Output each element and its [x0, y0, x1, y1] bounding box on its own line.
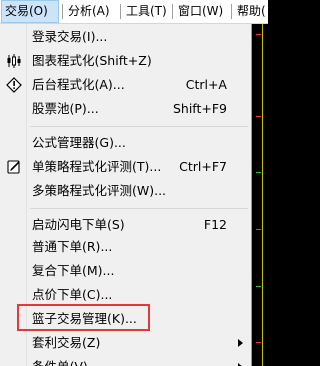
menu-separator	[62, 4, 63, 19]
menu-item-arbitrage-trade[interactable]: 套利交易(Z)	[0, 332, 251, 354]
menu-item-click-price-order[interactable]: 点价下单(C)...	[0, 284, 251, 306]
menu-item-label: 启动闪电下单(S)	[32, 217, 125, 232]
chart-line	[262, 24, 263, 366]
chart-tick	[256, 229, 261, 230]
menu-item-flash-order[interactable]: 启动闪电下单(S) F12	[0, 214, 251, 236]
menu-item-shortcut: Shift+F9	[172, 101, 227, 116]
menu-item-label: 多策略程式化评测(W)...	[32, 183, 167, 198]
chart-tick	[256, 172, 261, 173]
highlight-annotation-box	[17, 304, 150, 331]
menu-window[interactable]: 窗口(W)	[175, 0, 226, 23]
background-chart	[252, 24, 268, 366]
menu-item-label: 套利交易(Z)	[32, 335, 101, 350]
strategy-eval-icon	[6, 159, 22, 175]
menu-item-label: 普通下单(R)...	[32, 239, 113, 254]
menu-item-normal-order[interactable]: 普通下单(R)...	[0, 236, 251, 258]
chart-tick	[256, 286, 261, 287]
menu-analysis[interactable]: 分析(A)	[65, 0, 113, 23]
menu-divider	[30, 126, 248, 127]
chart-tick	[256, 116, 261, 117]
menu-item-stock-pool[interactable]: 股票池(P)... Shift+F9	[0, 98, 251, 120]
menu-separator	[172, 4, 173, 19]
chart-tick	[256, 342, 261, 343]
menu-item-composite-order[interactable]: 复合下单(M)...	[0, 260, 251, 282]
menu-item-backend-program[interactable]: 后台程式化(A)... Ctrl+A	[0, 74, 251, 96]
menu-item-label: 后台程式化(A)...	[32, 77, 125, 92]
menu-item-label: 复合下单(M)...	[32, 263, 115, 278]
menu-separator	[231, 4, 232, 19]
chart-tick	[256, 34, 261, 35]
menu-divider	[30, 208, 248, 209]
submenu-arrow-icon	[238, 339, 243, 347]
menu-item-label: 登录交易(I)...	[32, 29, 108, 44]
menu-help[interactable]: 帮助(	[234, 0, 269, 23]
menu-item-conditional-order[interactable]: 条件单(V)	[0, 356, 251, 366]
menu-item-label: 图表程式化(Shift+Z)	[32, 53, 152, 68]
menu-bar: 交易(O) 分析(A) 工具(T) 窗口(W) 帮助(	[0, 0, 268, 24]
menu-item-login-trade[interactable]: 登录交易(I)...	[0, 26, 251, 48]
menu-tools[interactable]: 工具(T)	[123, 0, 170, 23]
menu-item-formula-manager[interactable]: 公式管理器(G)...	[0, 132, 251, 154]
menu-item-multi-strategy-eval[interactable]: 多策略程式化评测(W)...	[0, 180, 251, 202]
menu-item-label: 点价下单(C)...	[32, 287, 113, 302]
menu-item-shortcut: Ctrl+A	[185, 77, 227, 92]
menu-item-label: 股票池(P)...	[32, 101, 99, 116]
menu-item-label: 公式管理器(G)...	[32, 135, 126, 150]
menu-trade[interactable]: 交易(O)	[1, 0, 59, 23]
menu-item-single-strategy-eval[interactable]: 单策略程式化评测(T)... Ctrl+F7	[0, 156, 251, 178]
chart-program-icon	[6, 53, 22, 69]
backend-program-icon	[6, 77, 22, 93]
menu-separator	[120, 4, 121, 19]
menu-item-label: 条件单(V)	[32, 356, 88, 366]
menu-item-shortcut: F12	[203, 217, 227, 232]
menu-item-shortcut: Ctrl+F7	[179, 159, 227, 174]
menu-item-label: 单策略程式化评测(T)...	[32, 159, 162, 174]
menu-item-chart-program[interactable]: 图表程式化(Shift+Z)	[0, 50, 251, 72]
